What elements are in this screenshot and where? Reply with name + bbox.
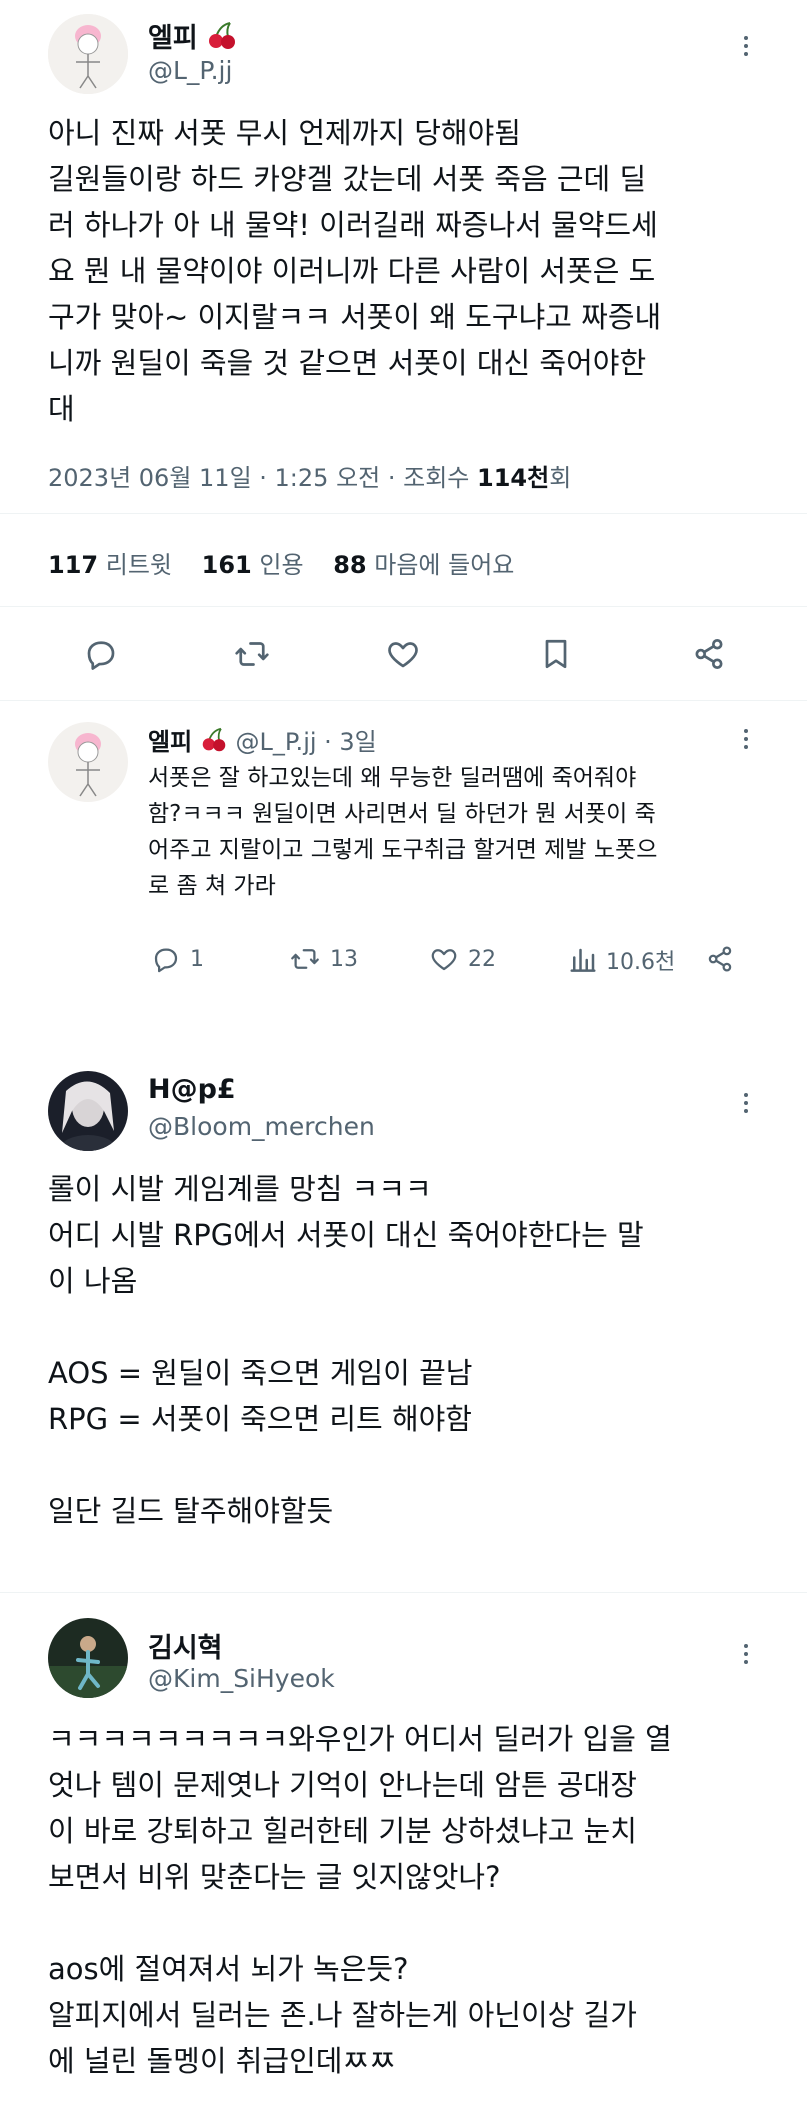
tweet-text: 아니 진짜 서폿 무시 언제까지 당해야됨 길원들이랑 하드 카양겔 갔는데 서… <box>48 110 768 432</box>
timestamp[interactable]: 2023년 06월 11일 · 1:25 오전 · 조회수 <box>48 464 469 492</box>
post-line <box>48 1442 768 1488</box>
display-name[interactable]: 엘피 <box>148 728 192 756</box>
reply-button[interactable]: 1 <box>150 944 204 974</box>
post-text: 롤이 시발 게임계를 망침 ㅋㅋㅋ 어디 시발 RPG에서 서폿이 대신 죽어야… <box>48 1166 768 1534</box>
reply-line: 로 좀 쳐 가라 <box>148 873 276 899</box>
share-icon[interactable] <box>690 636 728 672</box>
reply-icon[interactable] <box>82 636 120 672</box>
cherry-icon <box>206 21 238 58</box>
avatar[interactable] <box>48 1618 128 1698</box>
divider <box>0 700 807 701</box>
reply-line: 서폿은 잘 하고있는데 왜 무능한 딜러땜에 죽어줘야 <box>148 765 637 791</box>
views-button[interactable]: 10.6천 <box>568 944 675 976</box>
post-line: 일단 길드 탈주해야할듯 <box>48 1494 334 1528</box>
reply-line: 어주고 지랄이고 그렇게 도구취급 할거면 제발 노폿으 <box>148 837 658 863</box>
divider <box>0 1592 807 1593</box>
display-name[interactable]: H@p£ <box>148 1074 236 1105</box>
post-line: aos에 절여져서 뇌가 녹은듯? <box>48 1952 409 1986</box>
post-line: 엇나 템이 문제엿나 기억이 안나는데 암튼 공대장 <box>48 1768 637 1802</box>
post-line: 어디 시발 RPG에서 서폿이 대신 죽어야한다는 말 <box>48 1218 644 1252</box>
reply-count: 1 <box>190 946 204 972</box>
tweet-line: 대 <box>48 392 75 426</box>
reply-header: 엘피 @L_P.jj · 3일 <box>148 722 377 759</box>
tweet-stats: 117 리트윗 161 인용 88 마음에 들어요 <box>48 545 514 580</box>
quotes-stat[interactable]: 161 인용 <box>202 551 304 579</box>
post-text: ㅋㅋㅋㅋㅋㅋㅋㅋㅋ와우인가 어디서 딜러가 입을 열 엇나 템이 문제엿나 기억… <box>48 1716 788 2084</box>
views-icon <box>568 945 598 975</box>
post-line: 이 나옴 <box>48 1264 138 1298</box>
post-line <box>48 1900 788 1946</box>
post-line: 롤이 시발 게임계를 망침 ㅋㅋㅋ <box>48 1172 432 1206</box>
like-icon <box>428 944 460 974</box>
post-line: 이 바로 강퇴하고 힐러한테 기분 상하셨냐고 눈치 <box>48 1814 637 1848</box>
tweet-line: 요 뭔 내 물약이야 이러니까 다른 사람이 서폿은 도 <box>48 254 656 288</box>
retweet-count: 13 <box>330 946 358 972</box>
reply-line: 함?ㅋㅋㅋ 원딜이면 사리면서 딜 하던가 뭔 서폿이 죽 <box>148 801 656 827</box>
handle[interactable]: @Bloom_merchen <box>148 1112 375 1141</box>
more-icon[interactable] <box>736 1644 756 1668</box>
like-count: 22 <box>468 946 496 972</box>
more-icon[interactable] <box>736 36 756 60</box>
tweet-line: 니까 원딜이 죽을 것 같으면 서폿이 대신 죽어야한 <box>48 346 647 380</box>
views-count: 114천 <box>477 464 550 492</box>
post-line: ㅋㅋㅋㅋㅋㅋㅋㅋㅋ와우인가 어디서 딜러가 입을 열 <box>48 1722 672 1756</box>
display-name[interactable]: 김시혁 <box>148 1626 223 1665</box>
handle-time[interactable]: @L_P.jj · 3일 <box>235 728 376 756</box>
avatar[interactable] <box>48 14 128 94</box>
avatar[interactable] <box>48 722 128 802</box>
divider <box>0 606 807 607</box>
timestamp-row: 2023년 06월 11일 · 1:25 오전 · 조회수 114천회 <box>48 458 571 493</box>
handle[interactable]: @Kim_SiHyeok <box>148 1664 335 1693</box>
views-suffix: 회 <box>549 464 572 492</box>
avatar[interactable] <box>48 1071 128 1151</box>
post-line: 보면서 비위 맞춘다는 글 잇지않앗나? <box>48 1860 501 1894</box>
display-name[interactable]: 엘피 <box>148 23 198 54</box>
more-icon[interactable] <box>736 1093 756 1117</box>
retweet-button[interactable]: 13 <box>288 944 358 974</box>
retweets-stat[interactable]: 117 리트윗 <box>48 551 172 579</box>
share-icon[interactable] <box>704 944 736 974</box>
retweet-icon[interactable] <box>232 636 272 672</box>
reply-text: 서폿은 잘 하고있는데 왜 무능한 딜러땜에 죽어줘야 함?ㅋㅋㅋ 원딜이면 사… <box>148 760 768 904</box>
tweet-line: 길원들이랑 하드 카양겔 갔는데 서폿 죽음 근데 딜 <box>48 162 647 196</box>
retweet-icon <box>288 944 322 974</box>
like-icon[interactable] <box>384 636 422 672</box>
reply-icon <box>150 944 182 974</box>
post-line: 알피지에서 딜러는 존.나 잘하는게 아닌이상 길가 <box>48 1998 637 2032</box>
divider <box>0 513 807 514</box>
post-line <box>48 1304 768 1350</box>
post-line: RPG = 서폿이 죽으면 리트 해야함 <box>48 1402 472 1436</box>
like-button[interactable]: 22 <box>428 944 496 974</box>
tweet-line: 러 하나가 아 내 물약! 이러길래 짜증나서 물약드세 <box>48 208 658 242</box>
cherry-icon <box>200 727 228 759</box>
tweet-line: 구가 맞아~ 이지랄ㅋㅋ 서폿이 왜 도구냐고 짜증내 <box>48 300 662 334</box>
post-line: AOS = 원딜이 죽으면 게임이 끝남 <box>48 1356 473 1390</box>
bookmark-icon[interactable] <box>538 634 574 674</box>
likes-stat[interactable]: 88 마음에 들어요 <box>333 551 514 579</box>
post-line: 에 널린 돌멩이 취급인데ㅉㅉ <box>48 2044 396 2078</box>
views-count: 10.6천 <box>606 950 676 975</box>
author-name-row: 엘피 <box>148 16 238 58</box>
tweet-line: 아니 진짜 서폿 무시 언제까지 당해야됨 <box>48 116 521 150</box>
handle[interactable]: @L_P.jj <box>148 56 232 85</box>
more-icon[interactable] <box>736 729 756 753</box>
